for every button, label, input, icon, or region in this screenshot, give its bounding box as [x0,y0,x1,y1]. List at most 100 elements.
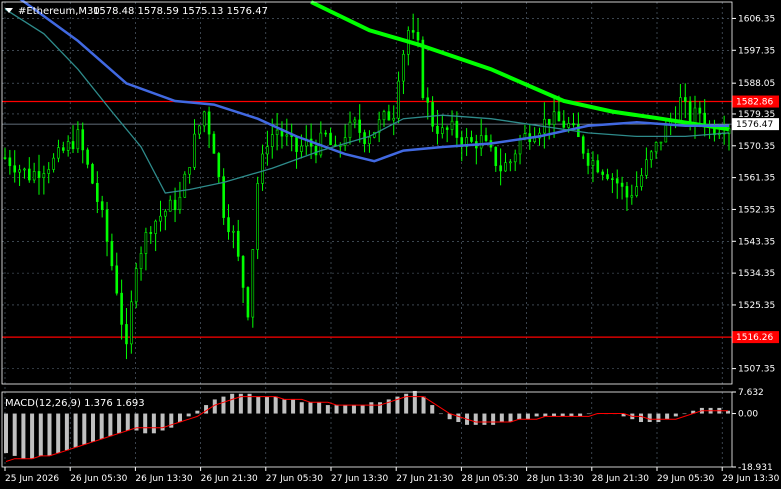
candle-body [441,127,444,134]
candle-body [212,133,216,154]
x-tick-label: 27 Jun 13:30 [331,474,388,484]
candle-body [436,125,439,134]
x-tick-label: 29 Jun 05:30 [657,474,714,484]
macd-histogram-bar [273,396,278,414]
candle-body [251,249,255,318]
x-tick-label: 28 Jun 05:30 [461,474,518,484]
candle-body [562,120,566,128]
candle-body [368,136,371,145]
macd-histogram-bar [177,413,182,423]
macd-histogram-bar [256,396,261,414]
macd-histogram-bar [325,405,330,414]
candle-body [484,135,488,141]
y-tick-label: 1588.05 [738,79,775,89]
candle-body [402,53,405,82]
candle-body [149,232,153,234]
macd-histogram-bar [21,413,26,459]
candle-body [470,137,473,142]
candle-body [688,101,692,124]
macd-histogram-bar [351,405,356,414]
macd-histogram-bar [378,402,383,414]
macd-histogram-bar [151,413,156,434]
candle-body [601,171,604,175]
candle-body [513,153,517,163]
candle-body [518,138,522,155]
macd-histogram-bar [12,413,17,456]
candle-body [154,220,157,234]
x-tick-label: 26 Jun 13:30 [135,474,192,484]
candle-body [494,146,498,166]
macd-histogram-bar [317,402,322,414]
candle-body [115,265,119,294]
candle-body [431,102,434,127]
candle-body [96,182,99,202]
candle-body [509,161,512,164]
candle-body [193,133,196,168]
moving-averages [4,0,730,194]
y-tick-label: 1507.35 [738,365,775,375]
macd-histogram-bar [264,396,269,414]
candle-body [445,127,449,130]
macd-histogram-bar [473,413,478,425]
candle-body [635,186,638,196]
level-label: 1582.86 [736,98,773,108]
macd-histogram-bar [308,402,313,414]
candle-body [300,145,303,152]
macd-histogram-bar [491,413,496,425]
macd-histogram-bar [334,405,339,414]
macd-histogram-bar [673,413,678,417]
candle-body [188,167,191,175]
moving-average-line [310,0,730,132]
macd-histogram-bar [186,413,191,417]
macd-histogram-bar [430,405,435,414]
candle-body [266,146,269,155]
candle-body [27,168,31,181]
candle-body [679,97,682,121]
x-tick-label: 25 Jun 2026 [5,474,59,484]
x-tick-label: 28 Jun 21:30 [592,474,649,484]
candle-body [71,141,75,150]
candle-body [547,118,551,125]
y-tick-label: 1606.35 [738,14,775,24]
candle-body [270,134,274,147]
axes: 1606.35 1597.35 1588.05 1579.35 1570.35 1561.… [1,1,780,484]
y-tick-label: 1570.35 [738,142,775,152]
macd-histogram-bar [299,402,304,414]
current-price-label: 1576.47 [736,120,773,130]
candle-body [504,162,507,172]
candle-body [232,230,235,233]
macd-histogram-bar [4,413,8,454]
macd-histogram-bar [456,413,461,423]
y-tick-label: 1534.35 [738,269,775,279]
candle-body [421,39,425,99]
candle-body [168,199,172,212]
candle-body [62,147,65,151]
candle-body [611,178,614,180]
ohlc-readout: 1578.48 1578.59 1575.13 1576.47 [93,6,268,17]
macd-y-tick-label: 7.632 [738,388,764,398]
x-tick-label: 26 Jun 05:30 [70,474,127,484]
candle-body [450,120,454,130]
candle-body [57,147,60,159]
candle-body [295,136,298,152]
candle-body [100,201,104,211]
candle-body [620,182,624,187]
macd-histogram-bar [534,413,539,417]
macd-histogram-bar [525,413,530,420]
candle-body [236,230,240,257]
chart-canvas: 1582.86 1516.26 1576.47 1606.35 1597.35 1588… [1,0,780,484]
macd-histogram-bar [517,413,522,420]
macd-histogram-bar [369,402,374,414]
candle-body [411,30,415,33]
candle-body [552,111,556,125]
candle-body [105,209,109,242]
macd-histogram-bar [230,393,235,414]
candle-body [358,119,362,133]
x-tick-label: 26 Jun 21:30 [201,474,258,484]
candle-body [645,159,648,176]
candle-body [499,165,502,172]
candle-body [693,107,697,124]
candle-body [246,287,250,318]
candle-body [42,173,46,178]
macd-y-tick-label: 0.00 [738,410,758,420]
